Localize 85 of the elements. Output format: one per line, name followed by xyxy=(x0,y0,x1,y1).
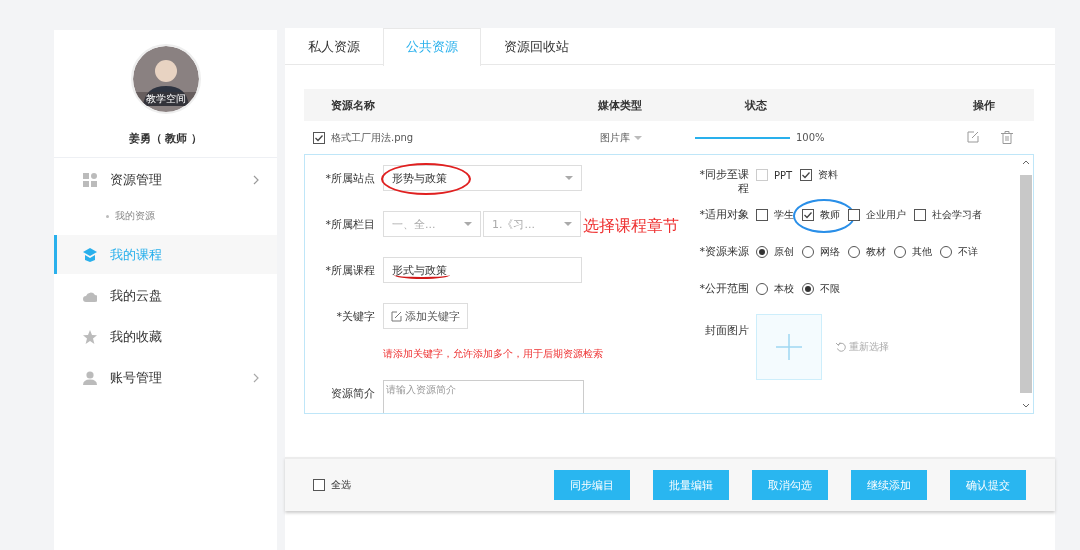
option-label: 不限 xyxy=(820,282,840,296)
field-label: *所属栏目 xyxy=(324,217,375,233)
progress-reading: 100% xyxy=(796,132,825,143)
trash-icon[interactable] xyxy=(1001,131,1013,144)
radio-button[interactable] xyxy=(802,283,814,295)
refresh-icon xyxy=(836,342,846,352)
action-button[interactable]: 同步编目 xyxy=(554,470,630,500)
checkbox[interactable] xyxy=(848,209,860,221)
caret-icon xyxy=(564,222,572,226)
column-header: 操作 xyxy=(972,97,996,113)
option-label: 本校 xyxy=(774,282,794,296)
sidebar-subitem[interactable]: 我的资源 xyxy=(54,199,277,233)
scroll-down-icon xyxy=(1022,403,1030,409)
option-label: 企业用户 xyxy=(866,208,906,222)
edit-icon[interactable] xyxy=(967,131,979,143)
textarea-field[interactable]: 请输入资源简介 xyxy=(383,380,584,413)
caret-icon xyxy=(565,176,573,180)
sidebar-item[interactable]: 资源管理 xyxy=(54,160,277,199)
option-label: 不详 xyxy=(958,245,978,259)
graduation-cap-icon xyxy=(83,247,97,262)
sidebar-item[interactable]: 我的云盘 xyxy=(54,276,277,315)
edit-icon xyxy=(391,310,402,322)
checkbox[interactable] xyxy=(313,479,325,491)
annotation-text: 选择课程章节 xyxy=(583,215,679,237)
checkbox[interactable] xyxy=(914,209,926,221)
field-label: 资源简介 xyxy=(330,386,375,402)
sidebar-item[interactable]: 我的收藏 xyxy=(54,317,277,356)
star-icon xyxy=(83,329,97,344)
field-label: 封面图片 xyxy=(704,323,749,338)
reselect-link[interactable]: 重新选择 xyxy=(836,340,889,354)
radio-button[interactable] xyxy=(940,246,952,258)
plus-icon xyxy=(776,334,802,360)
sidebar-item[interactable]: 我的课程 xyxy=(54,235,277,274)
radio-button[interactable] xyxy=(848,246,860,258)
user-icon xyxy=(83,370,97,385)
sidebar-item[interactable]: 账号管理 xyxy=(54,358,277,397)
tab[interactable]: 私人资源 xyxy=(285,28,383,64)
checkbox[interactable] xyxy=(802,209,814,221)
field-label: *所属站点 xyxy=(324,171,375,187)
text-field[interactable]: 形式与政策 xyxy=(383,257,582,283)
field-label: *公开范围 xyxy=(698,281,749,296)
field-label: *资源来源 xyxy=(698,244,749,259)
action-button[interactable]: 继续添加 xyxy=(851,470,927,500)
chevron-icon xyxy=(253,174,259,185)
action-button[interactable]: 批量编辑 xyxy=(653,470,729,500)
option-label: 教师 xyxy=(820,208,840,222)
bullet-icon xyxy=(106,214,109,218)
field-label: *适用对象 xyxy=(698,207,749,222)
option-label: 原创 xyxy=(774,245,794,259)
option-label: 其他 xyxy=(912,245,932,259)
field-label: *同步至课程 xyxy=(698,167,749,196)
radio-button[interactable] xyxy=(894,246,906,258)
field-label: *关键字 xyxy=(335,309,375,325)
option-label: 教材 xyxy=(866,245,886,259)
media-type-dropdown[interactable]: 图片库 xyxy=(598,130,690,145)
user-name: 姜勇（ 教师 ） xyxy=(128,131,203,146)
option-label: 网络 xyxy=(820,245,840,259)
action-button[interactable]: 确认提交 xyxy=(950,470,1026,500)
option-label: 社会学习者 xyxy=(932,208,982,222)
option-label: PPT xyxy=(774,169,793,181)
column-header: 状态 xyxy=(743,97,768,113)
option-label: 资料 xyxy=(818,168,839,182)
radio-button[interactable] xyxy=(756,283,768,295)
caret-icon xyxy=(464,222,472,226)
radio-button[interactable] xyxy=(802,246,814,258)
chevron-icon xyxy=(253,372,259,383)
table-cell-text: 格式工厂用法.png xyxy=(331,130,415,145)
tab[interactable]: 资源回收站 xyxy=(481,28,592,64)
option-label: 学生 xyxy=(774,208,794,222)
select-all-label: 全选 xyxy=(331,478,351,492)
tab[interactable]: 公共资源 xyxy=(383,28,481,66)
hint-text: 请添加关键字，允许添加多个，用于后期资源检索 xyxy=(383,347,604,361)
checkbox[interactable] xyxy=(313,131,325,144)
scroll-up-icon xyxy=(1022,159,1030,165)
field-label: *所属课程 xyxy=(324,263,375,279)
radio-button[interactable] xyxy=(756,246,768,258)
checkbox[interactable] xyxy=(756,209,768,221)
caret-icon xyxy=(634,135,642,140)
scrollbar-thumb[interactable] xyxy=(1020,175,1032,393)
action-button[interactable]: 取消勾选 xyxy=(752,470,828,500)
column-header: 资源名称 xyxy=(331,97,376,113)
column-header: 媒体类型 xyxy=(598,97,643,113)
add-keyword-button[interactable]: 添加关键字 xyxy=(383,303,468,329)
grid-icon xyxy=(83,172,97,187)
checkbox[interactable] xyxy=(800,169,813,181)
